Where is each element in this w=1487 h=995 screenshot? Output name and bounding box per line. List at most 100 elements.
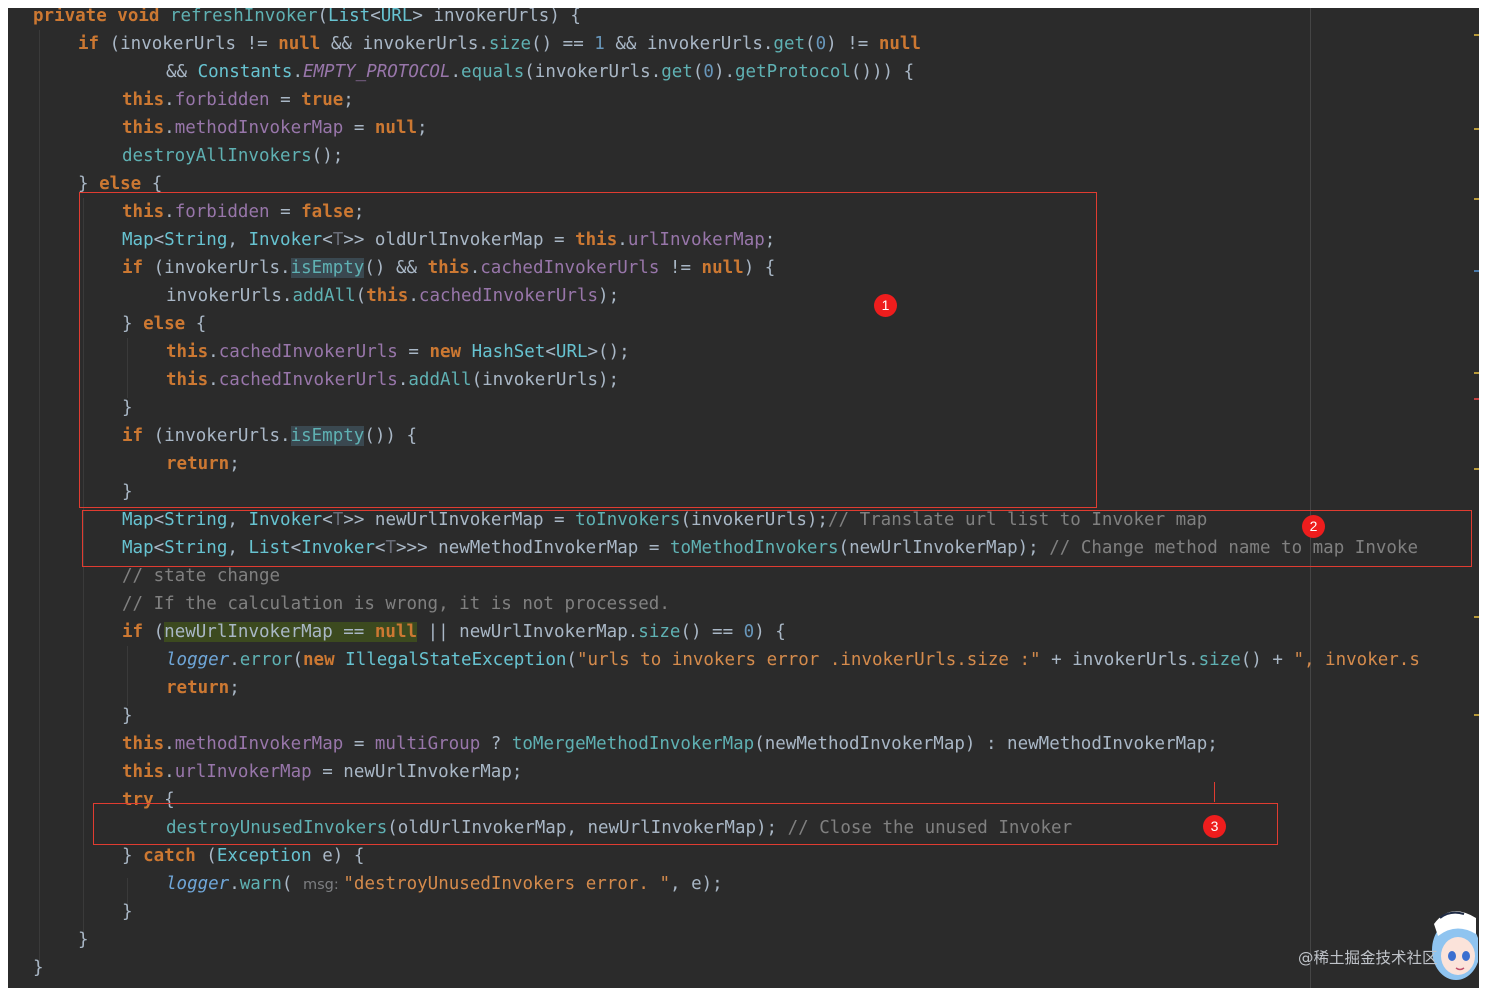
annotation-box-3 xyxy=(93,803,1278,845)
code-token: "destroyUnusedInvokers error. " xyxy=(343,874,671,894)
code-token: msg: xyxy=(303,877,344,893)
code-token: "urls to invokers error .invokerUrls.siz… xyxy=(576,650,1041,670)
mascot-avatar xyxy=(1432,911,1478,980)
code-token: catch xyxy=(143,846,207,866)
code-token: destroyAllInvokers xyxy=(122,146,312,166)
code-token: logger xyxy=(166,650,230,670)
code-token: = xyxy=(269,90,302,110)
code-token: . xyxy=(450,62,462,82)
code-line[interactable]: logger.warn( msg: "destroyUnusedInvokers… xyxy=(166,870,723,898)
scrollbar-marker xyxy=(1474,468,1479,470)
code-token: < xyxy=(370,8,381,26)
code-token: ( xyxy=(153,622,165,642)
code-line[interactable]: this.forbidden = true; xyxy=(122,86,354,114)
code-line[interactable]: this.methodInvokerMap = null; xyxy=(122,114,428,142)
code-token: size xyxy=(638,622,681,642)
code-token: ) { xyxy=(754,622,786,642)
code-token: this xyxy=(122,118,165,138)
code-token: // state change xyxy=(122,566,281,586)
code-token: this xyxy=(122,90,165,110)
code-line[interactable]: this.methodInvokerMap = multiGroup ? toM… xyxy=(122,730,1218,758)
scrollbar-marker xyxy=(1474,34,1479,36)
code-token: private xyxy=(33,8,118,26)
code-token: ( xyxy=(566,650,577,670)
indent-guide xyxy=(127,646,128,706)
scrollbar-marker xyxy=(1474,398,1479,400)
code-token: . xyxy=(164,734,175,754)
code-token: equals xyxy=(461,62,525,82)
code-token: 0 xyxy=(743,622,755,642)
right-margin-guide xyxy=(1310,8,1311,988)
code-token: (invokerUrls != xyxy=(109,34,279,54)
code-token: size xyxy=(488,34,532,54)
code-token: null xyxy=(374,118,418,138)
code-token: multiGroup xyxy=(374,734,481,754)
code-line[interactable]: } xyxy=(122,898,133,926)
code-line[interactable]: if (newUrlInvokerMap == null || newUrlIn… xyxy=(122,618,786,646)
code-token: + invokerUrls. xyxy=(1040,650,1199,670)
code-line[interactable]: private void refreshInvoker(List<URL> in… xyxy=(33,8,581,30)
code-line[interactable]: logger.error(new IllegalStateException("… xyxy=(166,646,1420,674)
code-token: null xyxy=(278,34,331,54)
code-token: null xyxy=(374,622,418,642)
annotation-box-1 xyxy=(79,192,1097,508)
code-line[interactable]: && Constants.EMPTY_PROTOCOL.equals(invok… xyxy=(166,58,914,86)
code-token: else xyxy=(99,174,152,194)
indent-guide xyxy=(39,30,40,974)
code-token: . xyxy=(164,762,175,782)
code-token: ())) { xyxy=(850,62,915,82)
code-token: . xyxy=(229,650,240,670)
code-token: ( xyxy=(692,62,704,82)
annotation-box-2 xyxy=(82,510,1472,567)
code-token: } xyxy=(122,706,133,726)
code-token: = xyxy=(343,118,375,138)
code-token: ", invoker.s xyxy=(1293,650,1420,670)
code-token: Constants xyxy=(197,62,293,82)
code-line[interactable]: } xyxy=(33,954,44,982)
code-token: 0 xyxy=(703,62,714,82)
code-token: // If the calculation is wrong, it is no… xyxy=(122,594,670,614)
code-token: } xyxy=(78,930,89,950)
code-line[interactable]: } xyxy=(78,926,89,954)
code-token: toMergeMethodInvokerMap xyxy=(511,734,755,754)
code-line[interactable]: return; xyxy=(166,674,240,702)
code-token: newUrlInvokerMap == xyxy=(164,622,375,642)
code-token: true xyxy=(301,90,344,110)
code-token: (invokerUrls. xyxy=(524,62,662,82)
code-token: warn xyxy=(239,874,282,894)
code-line[interactable]: // If the calculation is wrong, it is no… xyxy=(122,590,670,618)
code-token: size xyxy=(1198,650,1241,670)
watermark: @稀土掘金技术社区 xyxy=(1298,949,1438,967)
code-token: () == xyxy=(531,34,595,54)
code-token: methodInvokerMap xyxy=(174,734,344,754)
code-token: IllegalStateException xyxy=(345,650,567,670)
code-token: || newUrlInvokerMap. xyxy=(417,622,639,642)
code-token: ( xyxy=(317,8,329,26)
code-token: Exception xyxy=(216,846,312,866)
code-editor[interactable]: private void refreshInvoker(List<URL> in… xyxy=(8,8,1479,988)
code-line[interactable]: if (invokerUrls != null && invokerUrls.s… xyxy=(78,30,921,58)
code-token: = newUrlInvokerMap; xyxy=(311,762,523,782)
code-token: ( xyxy=(292,650,303,670)
code-token: . xyxy=(292,62,303,82)
code-token: null xyxy=(878,34,921,54)
code-token: get xyxy=(661,62,693,82)
code-token: 0 xyxy=(815,34,827,54)
code-token: && invokerUrls. xyxy=(330,34,489,54)
code-token: { xyxy=(151,174,163,194)
badge-1: 1 xyxy=(874,294,897,317)
code-token: ( xyxy=(805,34,816,54)
code-line[interactable]: destroyAllInvokers(); xyxy=(122,142,343,170)
code-line[interactable]: } catch (Exception e) { xyxy=(122,842,364,870)
code-token: this xyxy=(122,734,165,754)
code-token: } xyxy=(78,174,100,194)
scrollbar-marker xyxy=(1474,616,1479,618)
scrollbar-marker xyxy=(1474,128,1479,130)
code-token: (newMethodInvokerMap) : newMethodInvoker… xyxy=(754,734,1218,754)
code-token: ; xyxy=(343,90,354,110)
code-token: if xyxy=(122,622,154,642)
code-token: e) { xyxy=(311,846,365,866)
code-line[interactable]: this.urlInvokerMap = newUrlInvokerMap; xyxy=(122,758,522,786)
code-line[interactable]: } xyxy=(122,702,133,730)
code-token: URL xyxy=(380,8,413,26)
